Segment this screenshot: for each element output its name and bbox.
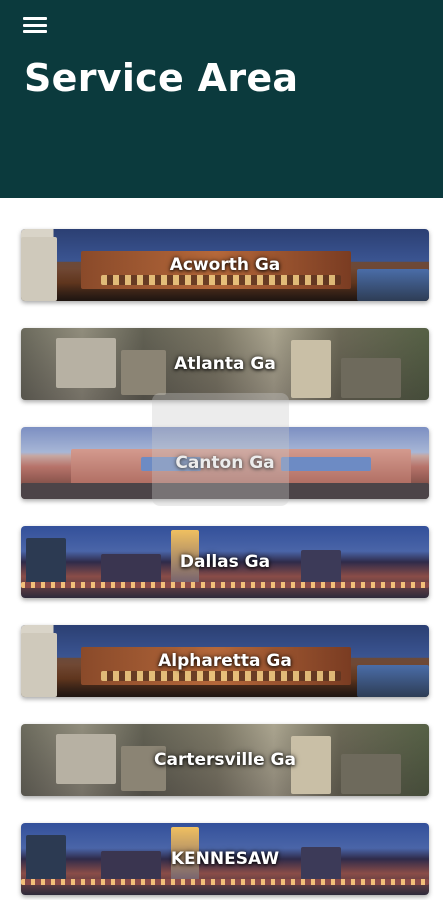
service-area-label: Dallas Ga: [179, 552, 271, 572]
service-area-label: Acworth Ga: [169, 255, 281, 275]
service-area-card-atlanta[interactable]: Atlanta Ga: [21, 328, 429, 400]
service-area-label: Cartersville Ga: [154, 750, 296, 770]
service-area-label: Alpharetta Ga: [158, 651, 292, 671]
service-area-label: KENNESAW: [170, 849, 280, 869]
service-area-card-alpharetta[interactable]: Alpharetta Ga: [21, 625, 429, 697]
service-area-card-cartersville[interactable]: Cartersville Ga: [21, 724, 429, 796]
service-area-label: Atlanta Ga: [174, 354, 276, 374]
service-area-list: Acworth Ga Atlanta Ga Canton Ga Dallas G…: [21, 229, 429, 900]
service-area-card-acworth[interactable]: Acworth Ga: [21, 229, 429, 301]
hamburger-menu-icon[interactable]: [22, 15, 48, 35]
service-area-card-canton[interactable]: Canton Ga: [21, 427, 429, 499]
service-area-label: Canton Ga: [175, 453, 275, 473]
service-area-card-dallas[interactable]: Dallas Ga: [21, 526, 429, 598]
service-area-card-kennesaw[interactable]: KENNESAW: [21, 823, 429, 895]
page-title: Service Area: [24, 56, 299, 100]
app-header: Service Area: [0, 0, 443, 198]
